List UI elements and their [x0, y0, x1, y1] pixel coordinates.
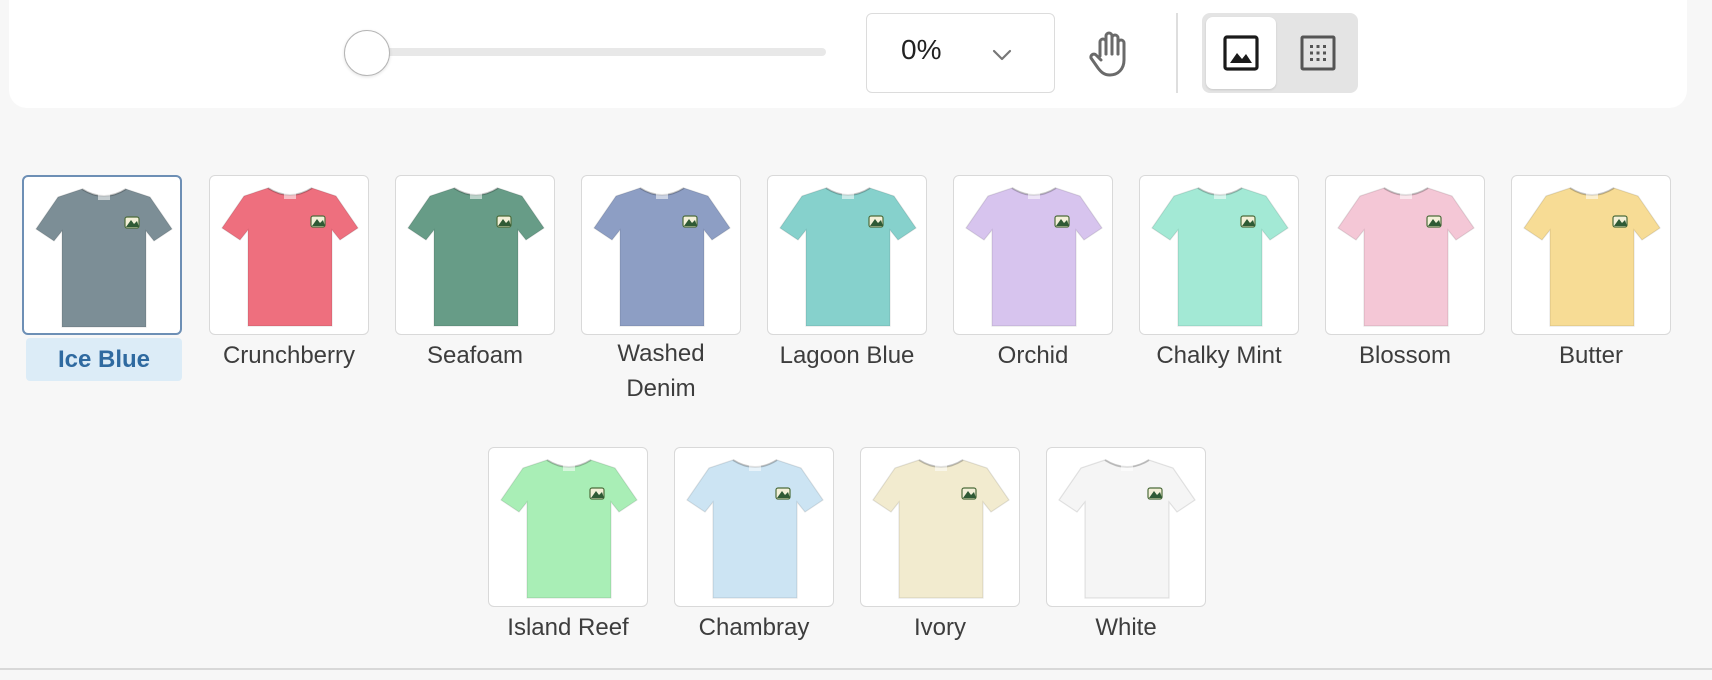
zoom-value: 0%: [901, 34, 942, 65]
view-toggle-group: [1202, 13, 1358, 93]
tshirt-icon: [500, 459, 638, 599]
zoom-select[interactable]: 0%: [866, 13, 1055, 93]
color-swatch-label[interactable]: Island Reef: [478, 610, 658, 645]
color-swatch[interactable]: [488, 447, 648, 607]
color-swatch[interactable]: [860, 447, 1020, 607]
image-icon: [1223, 35, 1259, 71]
color-swatch[interactable]: [1511, 175, 1671, 335]
zoom-slider-thumb[interactable]: [344, 30, 390, 76]
tshirt-icon: [1151, 187, 1289, 327]
color-swatch[interactable]: [1046, 447, 1206, 607]
tshirt-icon: [872, 459, 1010, 599]
color-swatch-label[interactable]: Chalky Mint: [1129, 338, 1309, 373]
color-swatch-label[interactable]: Orchid: [943, 338, 1123, 373]
tshirt-icon: [1058, 459, 1196, 599]
color-swatch[interactable]: [767, 175, 927, 335]
color-swatch[interactable]: [1139, 175, 1299, 335]
bottom-divider: [0, 668, 1712, 670]
toolbar: [9, 0, 1687, 108]
chevron-down-icon: [992, 49, 1012, 61]
color-swatch-label[interactable]: Washed Denim: [611, 336, 711, 406]
color-swatch-label[interactable]: Butter: [1501, 338, 1681, 373]
tshirt-icon: [1337, 187, 1475, 327]
hand-pan-icon[interactable]: [1088, 30, 1134, 78]
tshirt-icon: [221, 187, 359, 327]
color-swatch-label[interactable]: White: [1036, 610, 1216, 645]
color-swatch[interactable]: [395, 175, 555, 335]
grid-dots-icon: [1300, 35, 1336, 71]
grid-view-button[interactable]: [1282, 17, 1354, 89]
image-view-button[interactable]: [1206, 17, 1276, 89]
color-swatch[interactable]: [581, 175, 741, 335]
color-swatch[interactable]: [953, 175, 1113, 335]
color-swatch-label[interactable]: Ice Blue: [26, 338, 182, 381]
toolbar-divider: [1176, 13, 1178, 93]
tshirt-icon: [686, 459, 824, 599]
tshirt-icon: [35, 188, 173, 328]
color-swatch[interactable]: [1325, 175, 1485, 335]
zoom-slider-track[interactable]: [368, 48, 826, 56]
color-swatch-label[interactable]: Lagoon Blue: [757, 338, 937, 373]
color-swatch-label[interactable]: Blossom: [1315, 338, 1495, 373]
color-swatch-label[interactable]: Seafoam: [385, 338, 565, 373]
tshirt-icon: [779, 187, 917, 327]
tshirt-icon: [593, 187, 731, 327]
color-swatch-label[interactable]: Ivory: [850, 610, 1030, 645]
color-swatch-label[interactable]: Crunchberry: [199, 338, 379, 373]
color-swatch[interactable]: [209, 175, 369, 335]
color-swatch[interactable]: [22, 175, 182, 335]
tshirt-icon: [1523, 187, 1661, 327]
color-swatch-label[interactable]: Chambray: [664, 610, 844, 645]
color-swatch[interactable]: [674, 447, 834, 607]
tshirt-icon: [965, 187, 1103, 327]
tshirt-icon: [407, 187, 545, 327]
